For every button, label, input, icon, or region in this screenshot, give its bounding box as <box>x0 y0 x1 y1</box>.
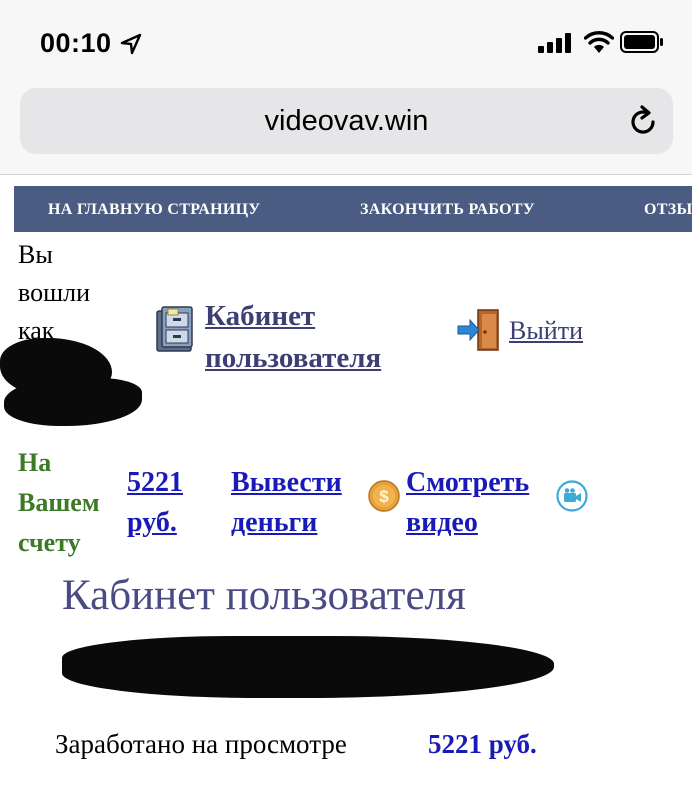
location-arrow-icon <box>120 33 142 55</box>
nav-reviews-link[interactable]: ОТЗЫВЫ <box>644 186 692 232</box>
wifi-icon <box>584 31 614 53</box>
status-time: 00:10 <box>40 28 112 58</box>
nav-home-link[interactable]: НА ГЛАВНУЮ СТРАНИЦУ <box>48 186 260 232</box>
reload-icon[interactable] <box>626 104 660 138</box>
watch-video-link[interactable]: Смотреть видео <box>406 463 556 543</box>
balance-label: На Вашем счету <box>18 448 100 557</box>
page-title: Кабинет пользователя <box>62 572 466 619</box>
nav-finish-work-link[interactable]: ЗАКОНЧИТЬ РАБОТУ <box>360 186 535 232</box>
user-cabinet-link[interactable]: Кабинет пользователя <box>205 295 435 379</box>
redacted-subtitle <box>62 636 554 698</box>
address-bar-url[interactable]: videovav.win <box>20 88 673 154</box>
earned-value: 5221 руб. <box>428 729 537 759</box>
withdraw-money-link[interactable]: Вывести деньги <box>231 463 366 543</box>
dollar-coin-icon: $ <box>368 480 400 512</box>
video-camera-icon <box>556 480 588 512</box>
battery-icon <box>620 31 663 53</box>
logged-in-label: Вы вошли как <box>18 240 91 345</box>
balance-amount-link[interactable]: 5221 руб. <box>127 463 207 543</box>
main-nav: НА ГЛАВНУЮ СТРАНИЦУ ЗАКОНЧИТЬ РАБОТУ ОТЗ… <box>14 186 692 232</box>
file-cabinet-icon <box>156 306 193 352</box>
earned-label: Заработано на просмотре <box>55 729 347 759</box>
logout-link[interactable]: Выйти <box>509 316 583 346</box>
svg-text:$: $ <box>379 487 389 506</box>
signal-icon <box>538 33 571 53</box>
exit-door-icon <box>457 309 499 351</box>
redacted-username-tail <box>4 378 142 426</box>
